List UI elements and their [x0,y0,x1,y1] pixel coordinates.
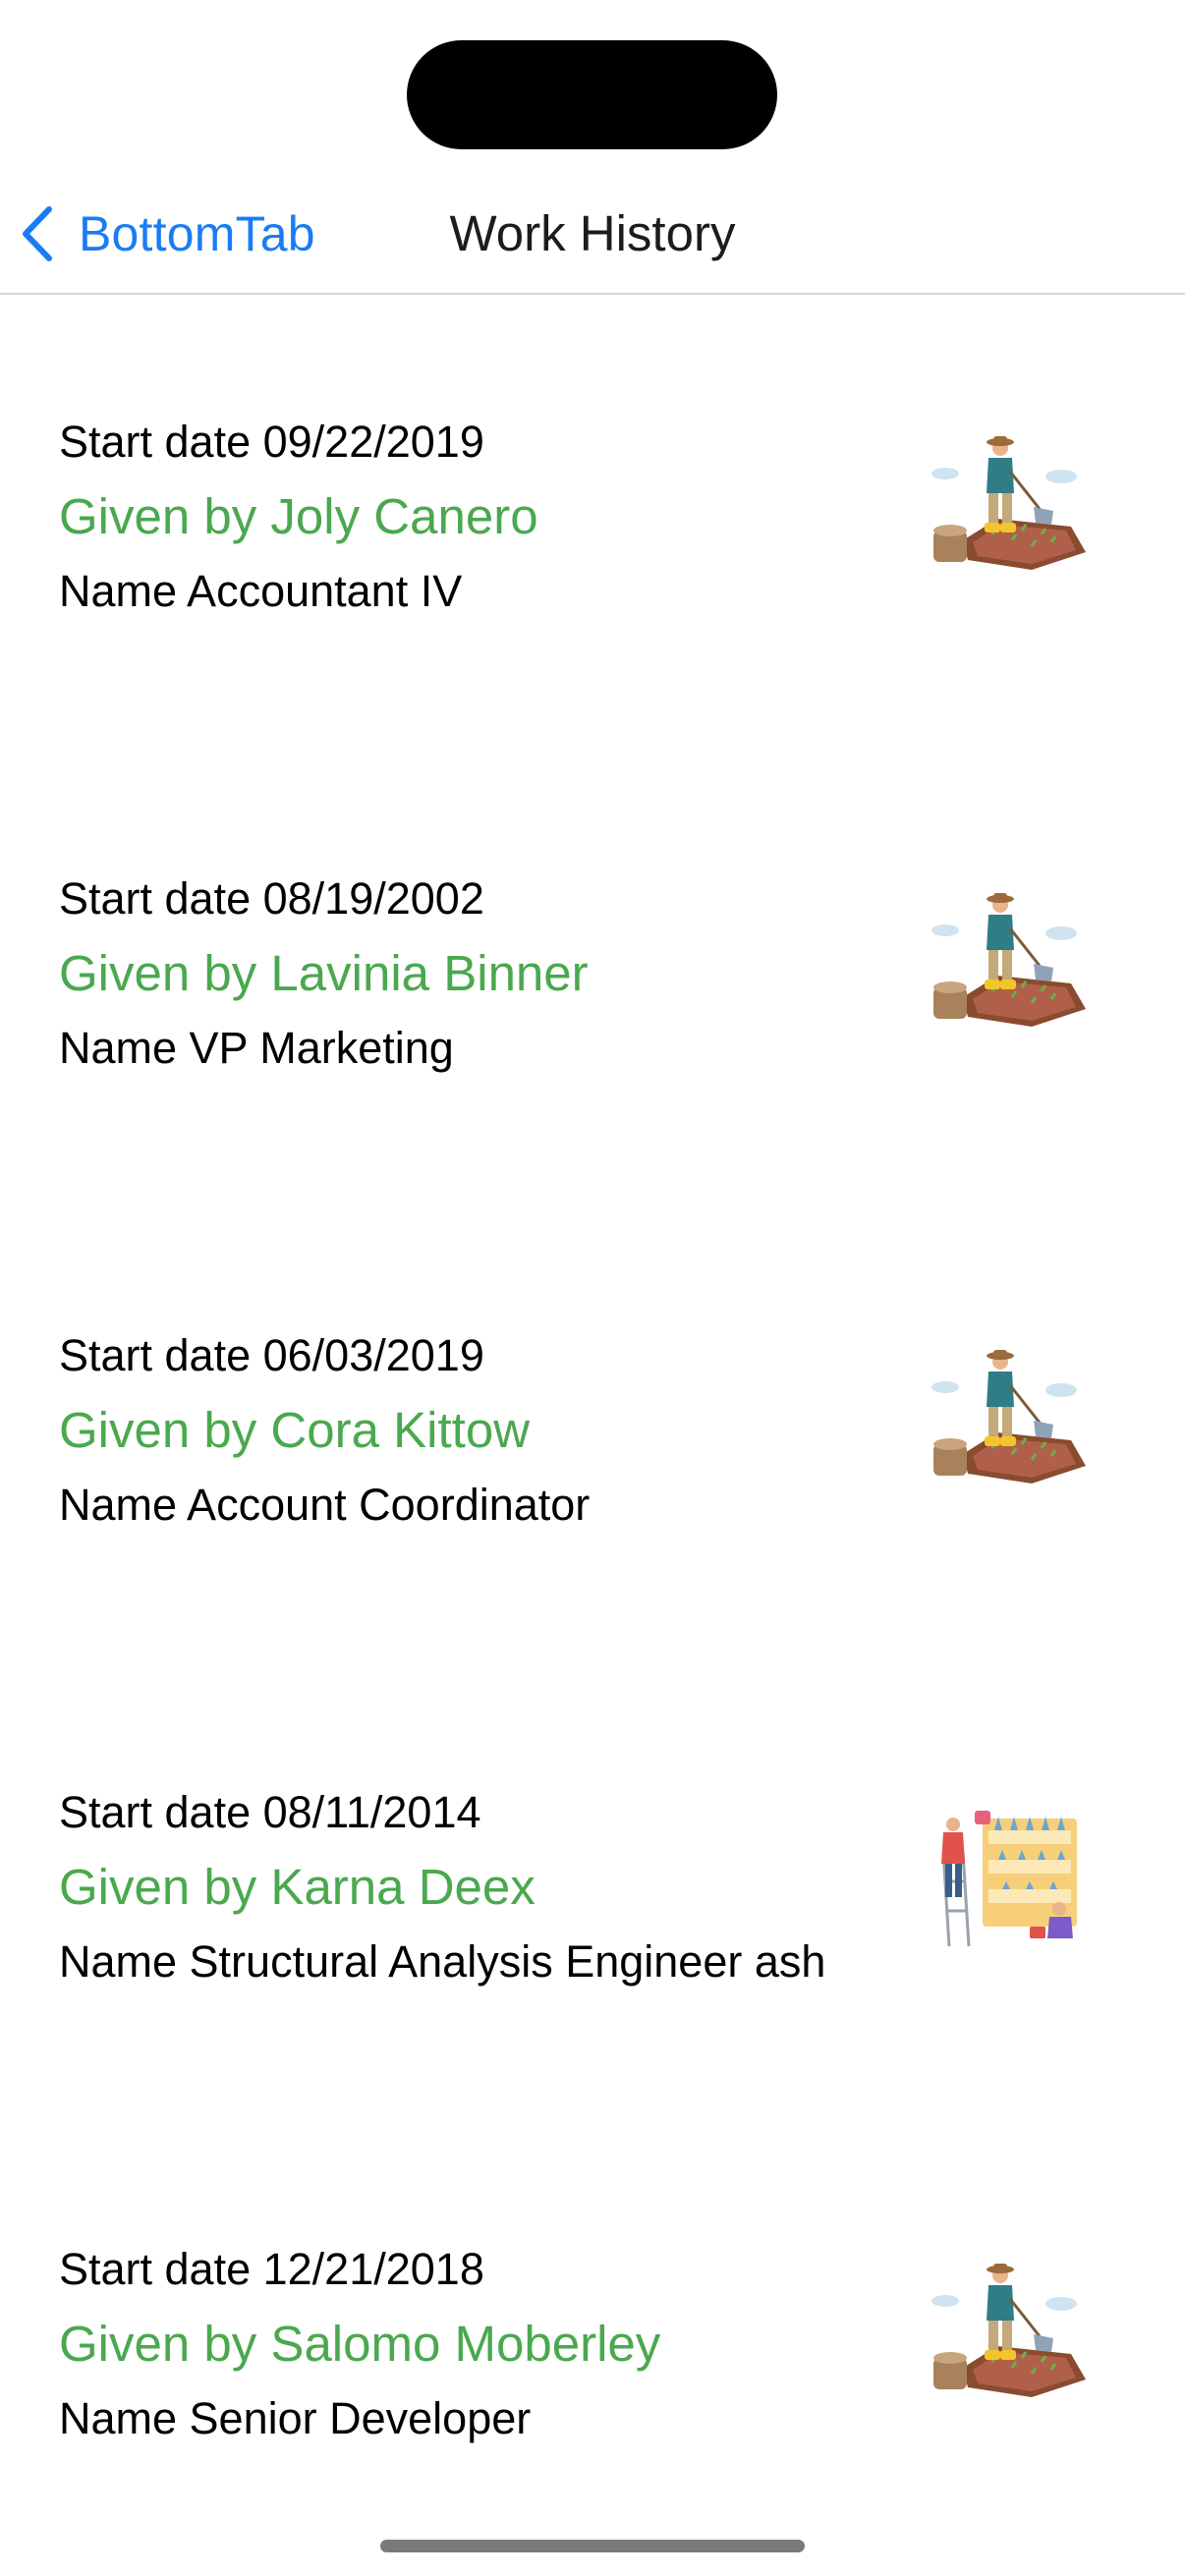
start-date: Start date 09/22/2019 [59,417,484,467]
farmer-illustration [931,436,1086,570]
start-date: Start date 12/21/2018 [59,2244,484,2294]
item-text: Start date 08/19/2002 Given by Lavinia B… [59,862,924,1086]
job-name: Name Structural Analysis Engineer ash [59,1936,826,1987]
list-item[interactable]: Start date 12/21/2018 Given by Salomo Mo… [0,2122,1185,2576]
given-by: Given by Joly Canero [59,488,538,544]
page-title: Work History [449,205,736,261]
item-text: Start date 09/22/2019 Given by Joly Cane… [59,405,924,629]
given-by: Given by Salomo Moberley [59,2316,661,2372]
given-by: Given by Karna Deex [59,1859,536,1915]
job-name: Name Accountant IV [59,566,463,616]
home-indicator[interactable] [380,2540,805,2552]
list-item[interactable]: Start date 06/03/2019 Given by Cora Kitt… [0,1208,1185,1665]
item-text: Start date 06/03/2019 Given by Cora Kitt… [59,1318,924,1542]
given-by: Given by Cora Kittow [59,1402,531,1458]
farmer-illustration [931,2264,1086,2397]
dynamic-island [407,40,777,149]
list-item[interactable]: Start date 09/22/2019 Given by Joly Cane… [0,295,1185,752]
list-item[interactable]: Start date 08/19/2002 Given by Lavinia B… [0,752,1185,1208]
start-date: Start date 08/19/2002 [59,873,484,924]
work-history-list: Start date 09/22/2019 Given by Joly Cane… [0,295,1185,2576]
farmer-illustration [931,1350,1086,1484]
job-name: Name VP Marketing [59,1023,454,1073]
item-text: Start date 12/21/2018 Given by Salomo Mo… [59,2232,924,2456]
vertical-farming-illustration [941,1811,1077,1947]
navigation-bar: BottomTab Work History [0,177,1185,295]
screen: BottomTab Work History Start date 09/22/… [0,0,1185,2576]
start-date: Start date 06/03/2019 [59,1330,484,1380]
item-text: Start date 08/11/2014 Given by Karna Dee… [59,1775,924,1999]
start-date: Start date 08/11/2014 [59,1787,481,1837]
list-item[interactable]: Start date 08/11/2014 Given by Karna Dee… [0,1665,1185,2122]
job-name: Name Senior Developer [59,2393,532,2443]
farmer-illustration [931,893,1086,1027]
given-by: Given by Lavinia Binner [59,945,589,1001]
job-name: Name Account Coordinator [59,1480,591,1530]
